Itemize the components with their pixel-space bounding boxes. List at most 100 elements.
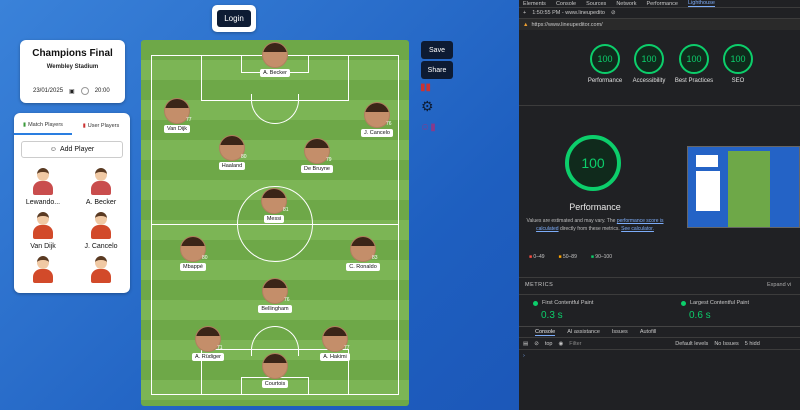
plus-icon[interactable]: +: [523, 10, 526, 16]
legend-item: ■ 50–89: [559, 254, 577, 260]
score-ring: 100: [679, 44, 709, 74]
players-panel: ▮ Match Players ▮ User Players ☺ Add Player…: [14, 113, 130, 293]
pitch-player[interactable]: 77 A. Hakimi: [305, 326, 365, 361]
add-player-button[interactable]: ☺ Add Player: [21, 141, 123, 158]
player-rating: 77: [186, 117, 192, 123]
player-avatar: [91, 212, 111, 240]
clear-console-icon[interactable]: ⊘: [534, 341, 539, 347]
pitch-player[interactable]: 71 A. Rüdiger: [178, 326, 238, 361]
calendar-icon[interactable]: ▣: [69, 88, 75, 95]
lineup-editor: Login Champions Final Wembley Stadium 23…: [0, 0, 519, 410]
shirt-icon: ▮: [82, 122, 86, 129]
gear-icon[interactable]: ⚙: [421, 98, 434, 115]
player-card[interactable]: [72, 256, 130, 291]
share-button[interactable]: Share: [421, 61, 453, 79]
player-rating: 80: [241, 154, 247, 160]
player-name-label: A. Becker: [260, 69, 290, 77]
player-card[interactable]: Van Dijk: [14, 212, 72, 254]
score-label: Performance: [587, 78, 623, 84]
sidebar-icon[interactable]: ▤: [523, 341, 528, 347]
match-info-card: Champions Final Wembley Stadium 23/01/20…: [20, 40, 125, 103]
pitch-player[interactable]: 77 Van Dijk: [147, 98, 207, 133]
context-select[interactable]: top: [545, 341, 553, 347]
console-tab[interactable]: Autofill: [640, 329, 657, 335]
player-name-label: Haaland: [218, 162, 246, 170]
pitch-player[interactable]: 76 Bellingham: [245, 278, 305, 313]
match-time[interactable]: 20:00: [95, 88, 110, 94]
player-name-label: J. Cancelo: [361, 129, 393, 137]
console-prompt[interactable]: ›: [519, 350, 800, 362]
console-tab[interactable]: AI assistance: [567, 329, 600, 335]
player-avatar: [91, 256, 111, 284]
devtools-tab[interactable]: Sources: [586, 1, 606, 7]
pitch-player[interactable]: 76 J. Cancelo: [347, 102, 407, 137]
audited-url[interactable]: https://www.lineupeditor.com/: [531, 22, 602, 28]
login-container: Login: [212, 5, 256, 32]
score-label: SEO: [731, 78, 745, 84]
score-label: Best Practices: [674, 78, 714, 84]
metrics-heading: METRICS: [525, 282, 554, 288]
player-card[interactable]: [14, 256, 72, 291]
score-legend: ■ 0–49 ■ 50–89 ■ 90–100: [529, 254, 612, 260]
issues-button[interactable]: No Issues: [714, 341, 738, 347]
score-gauge[interactable]: 100 Best Practices: [674, 44, 714, 85]
score-gauge[interactable]: 100 SEO: [718, 44, 758, 85]
legend-item: ■ 0–49: [529, 254, 545, 260]
tab-match-players[interactable]: ▮ Match Players: [14, 113, 72, 135]
match-title[interactable]: Champions Final: [20, 48, 125, 59]
devtools-tab[interactable]: Elements: [523, 1, 546, 7]
devtools-tab[interactable]: Console: [556, 1, 576, 7]
player-rating: 80: [202, 255, 208, 261]
clear-icon[interactable]: ⊘: [611, 10, 616, 16]
lighthouse-toolbar: + 1:50:55 PM - www.lineupedito ⊘: [519, 8, 800, 19]
pass-icon: [533, 300, 538, 306]
filter-input[interactable]: Filter: [569, 341, 669, 347]
login-button[interactable]: Login: [217, 10, 251, 27]
pitch-player[interactable]: 81 Messi: [244, 188, 304, 223]
player-card[interactable]: Lewando...: [14, 168, 72, 210]
console-tab[interactable]: Console: [535, 329, 556, 336]
pitch-player[interactable]: Courtois: [245, 353, 305, 388]
save-button[interactable]: Save: [421, 41, 453, 59]
devtools-tab[interactable]: Network: [616, 1, 636, 7]
eye-icon[interactable]: ◉: [558, 341, 563, 347]
expand-view-link[interactable]: Expand vi: [767, 282, 791, 288]
player-name-label: A. Hakimi: [320, 353, 350, 361]
score-gauge[interactable]: 100 Accessibility: [629, 44, 669, 85]
kit-icon[interactable]: ▮▮: [420, 82, 431, 93]
match-date[interactable]: 23/01/2025: [33, 88, 63, 94]
calculator-link[interactable]: See calculator.: [621, 226, 654, 232]
metric-fcp: First Contentful Paint: [533, 300, 593, 306]
player-card[interactable]: J. Cancelo: [72, 212, 130, 254]
tab-user-players[interactable]: ▮ User Players: [72, 113, 130, 135]
report-time[interactable]: 1:50:55 PM - www.lineupedito: [532, 10, 605, 16]
devtools-tab[interactable]: Performance: [646, 1, 678, 7]
console-tab[interactable]: Issues: [612, 329, 628, 335]
player-name-label: Van Dijk: [163, 125, 191, 133]
pitch-player[interactable]: 80 Mbappé: [163, 236, 223, 271]
devtools-tab[interactable]: Lighthouse: [687, 0, 715, 7]
pitch-player[interactable]: 80 Haaland: [202, 135, 262, 170]
performance-score-gauge: 100: [565, 135, 621, 191]
player-icon: ☺: [49, 146, 57, 153]
performance-note: Values are estimated and may vary. The p…: [525, 218, 665, 233]
player-rating: 79: [326, 157, 332, 163]
pitch-player[interactable]: 79 De Bruyne: [287, 138, 347, 173]
player-card-name: J. Cancelo: [84, 243, 118, 250]
player-avatar: [33, 256, 53, 284]
score-ring: 100: [723, 44, 753, 74]
score-gauge[interactable]: 100 Performance: [585, 44, 625, 85]
legend-range: 90–100: [595, 254, 612, 260]
stadium-name[interactable]: Wembley Stadium: [20, 64, 125, 70]
player-card[interactable]: A. Becker: [72, 168, 130, 210]
fcp-value: 0.3 s: [541, 310, 563, 321]
levels-select[interactable]: Default levels: [675, 341, 708, 347]
pass-icon: [681, 300, 686, 306]
metric-lcp: Largest Contentful Paint: [681, 300, 749, 306]
player-name-label: A. Rüdiger: [192, 353, 224, 361]
manager-icon[interactable]: ☺▮: [420, 122, 436, 133]
pitch-player[interactable]: 83 C. Ronaldo: [333, 236, 393, 271]
pitch-player[interactable]: A. Becker: [245, 42, 305, 77]
shirt-icon: ▮: [23, 121, 27, 128]
fcp-label: First Contentful Paint: [542, 300, 594, 306]
